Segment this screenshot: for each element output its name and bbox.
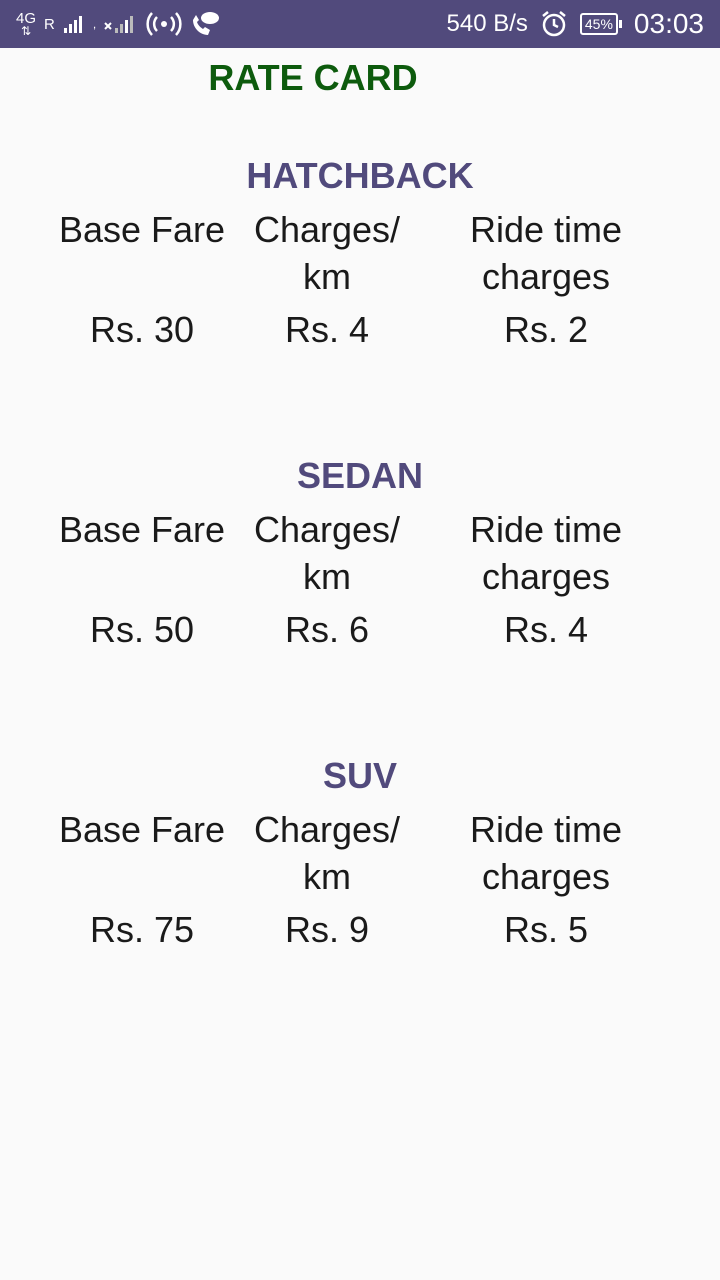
header-charges-per-km: Charges/ km (253, 509, 401, 597)
battery-level: 45% (579, 13, 618, 35)
value-base-fare: Rs. 30 (89, 309, 195, 350)
signal-sim2-icon (104, 16, 134, 33)
sim1-roaming-label: R (44, 15, 55, 33)
signal-sim1-icon (63, 16, 82, 33)
battery-tip (618, 20, 622, 28)
header-ride-time-charges: Ride time charges (469, 509, 623, 597)
header-base-fare: Base Fare (58, 809, 226, 850)
value-charges-per-km: Rs. 4 (284, 309, 370, 350)
battery-icon: 45% (579, 13, 622, 35)
value-base-fare: Rs. 75 (89, 909, 195, 950)
sim-separator-icon: , (92, 17, 97, 31)
wifi-calling-icon (193, 12, 220, 35)
value-ride-time-charges: Rs. 5 (503, 909, 589, 950)
header-base-fare: Base Fare (58, 209, 226, 250)
header-charges-per-km: Charges/ km (253, 209, 401, 297)
header-ride-time-charges: Ride time charges (469, 809, 623, 897)
hotspot-icon (146, 12, 182, 36)
section-title: HATCHBACK (246, 155, 474, 196)
value-base-fare: Rs. 50 (89, 609, 195, 650)
section-title: SEDAN (296, 455, 424, 496)
value-charges-per-km: Rs. 6 (284, 609, 370, 650)
clock: 03:03 (633, 8, 704, 39)
header-base-fare: Base Fare (58, 509, 226, 550)
value-charges-per-km: Rs. 9 (284, 909, 370, 950)
section-title: SUV (322, 755, 398, 796)
status-bar-right: 540 B/s 45% 03:03 (447, 0, 705, 48)
alarm-icon (542, 11, 566, 37)
status-bar: 4G ⇅ R , 540 B/s 45% 03:03 (0, 0, 720, 48)
network-speed: 540 B/s (446, 10, 528, 37)
data-activity-icon: ⇅ (20, 24, 32, 38)
header-ride-time-charges: Ride time charges (469, 209, 623, 297)
network-type-indicator: 4G ⇅ (16, 11, 36, 37)
header-charges-per-km: Charges/ km (253, 809, 401, 897)
status-bar-left: 4G ⇅ R , (16, 0, 220, 48)
value-ride-time-charges: Rs. 4 (503, 609, 589, 650)
page-title: RATE CARD (208, 57, 418, 98)
value-ride-time-charges: Rs. 2 (503, 309, 589, 350)
